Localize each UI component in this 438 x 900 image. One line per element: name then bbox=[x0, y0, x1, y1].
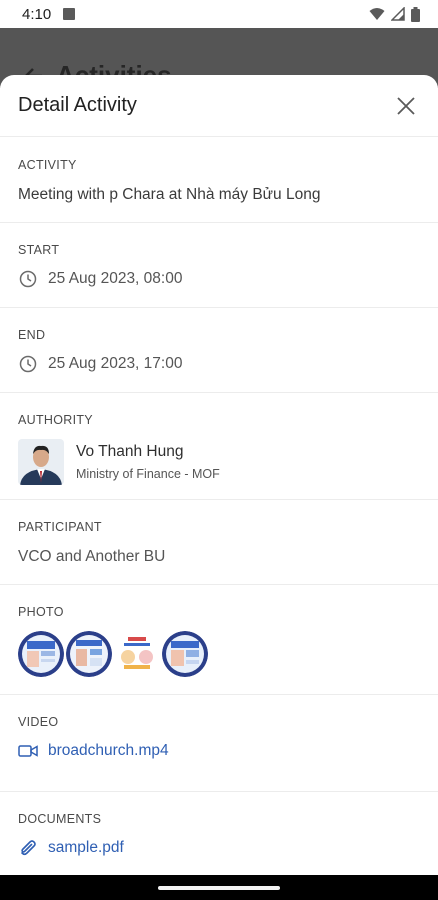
authority-avatar bbox=[18, 439, 64, 485]
participant-section: PARTICIPANT VCO and Another BU bbox=[0, 500, 438, 585]
authority-organization: Ministry of Finance - MOF bbox=[76, 467, 220, 481]
end-section: END 25 Aug 2023, 17:00 bbox=[0, 308, 438, 393]
start-section: START 25 Aug 2023, 08:00 bbox=[0, 223, 438, 308]
participant-label: PARTICIPANT bbox=[18, 520, 102, 534]
photo-section: PHOTO bbox=[0, 585, 438, 695]
signal-icon bbox=[391, 7, 405, 21]
paperclip-icon bbox=[18, 838, 38, 858]
start-value: 25 Aug 2023, 08:00 bbox=[48, 270, 183, 287]
sheet-title: Detail Activity bbox=[18, 94, 137, 116]
notification-icon bbox=[63, 8, 76, 20]
authority-name: Vo Thanh Hung bbox=[76, 443, 184, 460]
photo-thumbnail[interactable] bbox=[114, 631, 160, 677]
authority-section: AUTHORITY Vo Thanh Hung Ministry of Fina… bbox=[0, 393, 438, 500]
clock-icon bbox=[18, 354, 38, 374]
photo-thumbnail[interactable] bbox=[162, 631, 208, 677]
activity-label: ACTIVITY bbox=[18, 158, 77, 172]
authority-label: AUTHORITY bbox=[18, 413, 93, 427]
photo-label: PHOTO bbox=[18, 605, 64, 619]
document-file-name[interactable]: sample.pdf bbox=[48, 839, 124, 857]
clock-icon bbox=[18, 269, 38, 289]
video-label: VIDEO bbox=[18, 715, 59, 729]
battery-icon bbox=[411, 6, 420, 22]
participant-value: VCO and Another BU bbox=[18, 548, 166, 565]
photo-thumbnail[interactable] bbox=[18, 631, 64, 677]
activity-value: Meeting with p Chara at Nhà máy Bửu Long bbox=[18, 186, 321, 203]
end-value: 25 Aug 2023, 17:00 bbox=[48, 355, 183, 372]
documents-label: DOCUMENTS bbox=[18, 812, 102, 826]
photo-thumbnail[interactable] bbox=[66, 631, 112, 677]
video-camera-icon bbox=[18, 741, 38, 761]
wifi-icon bbox=[369, 8, 385, 20]
video-file-name[interactable]: broadchurch.mp4 bbox=[48, 742, 169, 760]
documents-section: DOCUMENTS sample.pdf bbox=[0, 792, 438, 872]
close-icon bbox=[397, 96, 415, 115]
end-label: END bbox=[18, 328, 46, 342]
video-link[interactable]: broadchurch.mp4 bbox=[18, 741, 420, 761]
video-section: VIDEO broadchurch.mp4 bbox=[0, 695, 438, 792]
activity-section: ACTIVITY Meeting with p Chara at Nhà máy… bbox=[0, 137, 438, 223]
navigation-bar bbox=[0, 875, 438, 900]
document-link[interactable]: sample.pdf bbox=[18, 838, 420, 858]
sheet-header: Detail Activity bbox=[0, 75, 438, 137]
home-indicator[interactable] bbox=[158, 886, 280, 890]
status-time: 4:10 bbox=[22, 5, 52, 23]
status-bar: 4:10 bbox=[0, 0, 438, 28]
start-label: START bbox=[18, 243, 60, 257]
detail-activity-sheet: Detail Activity ACTIVITY Meeting with p … bbox=[0, 75, 438, 875]
close-button[interactable] bbox=[394, 94, 418, 118]
